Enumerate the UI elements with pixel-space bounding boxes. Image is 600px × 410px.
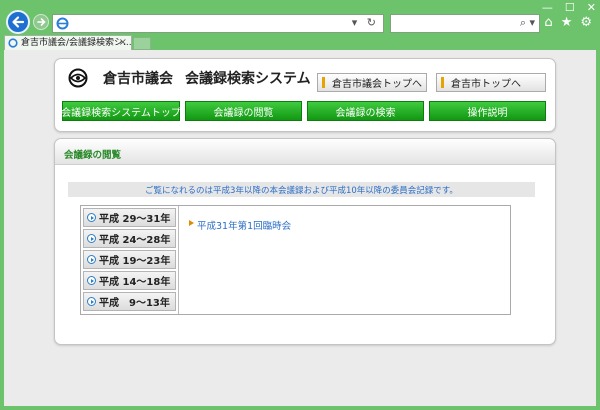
minimize-button[interactable]: — bbox=[542, 1, 553, 14]
site-title: 倉吉市議会 会議録検索システム bbox=[103, 68, 323, 88]
nav-search-button[interactable]: 会議録の検索 bbox=[307, 101, 424, 121]
frame-divider bbox=[178, 206, 179, 314]
settings-icon[interactable]: ⚙ bbox=[580, 15, 592, 30]
refresh-icon[interactable]: ▾ ↻ bbox=[352, 16, 379, 29]
close-window-button[interactable]: ✕ bbox=[587, 1, 596, 14]
play-circle-icon bbox=[87, 255, 96, 264]
browser-tab[interactable]: 倉吉市議会/会議録検索シ... × bbox=[4, 35, 132, 50]
nav-browse-button[interactable]: 会議録の閲覧 bbox=[185, 101, 302, 121]
nav-help-button[interactable]: 操作説明 bbox=[429, 101, 546, 121]
forward-button[interactable] bbox=[33, 14, 49, 30]
year-range-item[interactable]: 平成 9～13年 bbox=[83, 292, 176, 311]
new-tab-button[interactable] bbox=[133, 37, 151, 50]
section-title: 会議録の閲覧 bbox=[64, 150, 122, 161]
forward-arrow-icon bbox=[37, 18, 46, 26]
session-link-label: 平成31年第1回臨時会 bbox=[197, 221, 292, 232]
site-title-org: 倉吉市議会 bbox=[103, 71, 173, 87]
home-icon[interactable]: ⌂ bbox=[544, 15, 552, 30]
year-range-label: 平成 24～28年 bbox=[99, 235, 171, 246]
panel-header: 会議録の閲覧 bbox=[55, 139, 555, 165]
year-range-label: 平成 9～13年 bbox=[99, 298, 170, 309]
play-circle-icon bbox=[87, 297, 96, 306]
year-range-label: 平成 14～18年 bbox=[99, 277, 171, 288]
maximize-button[interactable]: ☐ bbox=[565, 1, 575, 14]
city-top-link[interactable]: 倉吉市トップへ bbox=[436, 73, 546, 92]
favorites-icon[interactable]: ★ bbox=[561, 15, 573, 30]
year-range-item[interactable]: 平成 14～18年 bbox=[83, 271, 176, 290]
address-bar[interactable]: ▾ ↻ bbox=[52, 14, 384, 33]
ie-page-icon bbox=[56, 17, 69, 30]
browse-panel: 会議録の閲覧 ご覧になれるのは平成3年以降の本会議録および平成10年以降の委員会… bbox=[54, 138, 556, 345]
site-title-system: 会議録検索システム bbox=[185, 71, 311, 87]
tab-title: 倉吉市議会/会議録検索シ... bbox=[21, 38, 132, 48]
year-range-item[interactable]: 平成 24～28年 bbox=[83, 229, 176, 248]
search-icon[interactable]: ⌕ ▾ bbox=[520, 16, 535, 30]
play-circle-icon bbox=[87, 213, 96, 222]
ie-tab-icon bbox=[8, 38, 18, 48]
triangle-arrow-icon bbox=[189, 220, 194, 226]
play-circle-icon bbox=[87, 276, 96, 285]
nav-system-top-button[interactable]: 会議録検索システムトップ bbox=[61, 101, 181, 121]
site-header: 倉吉市議会 会議録検索システム 倉吉市議会トップへ 倉吉市トップへ 会議録検索シス… bbox=[54, 58, 556, 132]
browser-chrome: — ☐ ✕ ▾ ↻ ⌕ ▾ ⌂ ★ ⚙ 倉吉市議会/会議録検索シ... × bbox=[0, 0, 600, 50]
page-viewport: 倉吉市議会 会議録検索システム 倉吉市議会トップへ 倉吉市トップへ 会議録検索シス… bbox=[4, 50, 596, 406]
assembly-top-link[interactable]: 倉吉市議会トップへ bbox=[317, 73, 427, 92]
browser-search-box[interactable]: ⌕ ▾ bbox=[390, 14, 540, 33]
window-controls: — ☐ ✕ bbox=[542, 1, 596, 14]
city-emblem-icon bbox=[68, 68, 88, 88]
year-range-list: 平成 29～31年 平成 24～28年 平成 19～23年 平成 14～18年 … bbox=[83, 208, 176, 312]
back-button[interactable] bbox=[6, 10, 30, 34]
year-range-label: 平成 29～31年 bbox=[99, 214, 171, 225]
play-circle-icon bbox=[87, 234, 96, 243]
browse-frame: 平成 29～31年 平成 24～28年 平成 19～23年 平成 14～18年 … bbox=[80, 205, 511, 315]
year-range-item[interactable]: 平成 29～31年 bbox=[83, 208, 176, 227]
tab-close-icon[interactable]: × bbox=[119, 36, 127, 50]
session-link[interactable]: 平成31年第1回臨時会 bbox=[189, 218, 291, 232]
availability-notice: ご覧になれるのは平成3年以降の本会議録および平成10年以降の委員会記録です。 bbox=[68, 182, 535, 197]
back-arrow-icon bbox=[12, 16, 25, 28]
year-range-label: 平成 19～23年 bbox=[99, 256, 171, 267]
browser-toolbar: ⌂ ★ ⚙ bbox=[544, 15, 592, 30]
year-range-item[interactable]: 平成 19～23年 bbox=[83, 250, 176, 269]
